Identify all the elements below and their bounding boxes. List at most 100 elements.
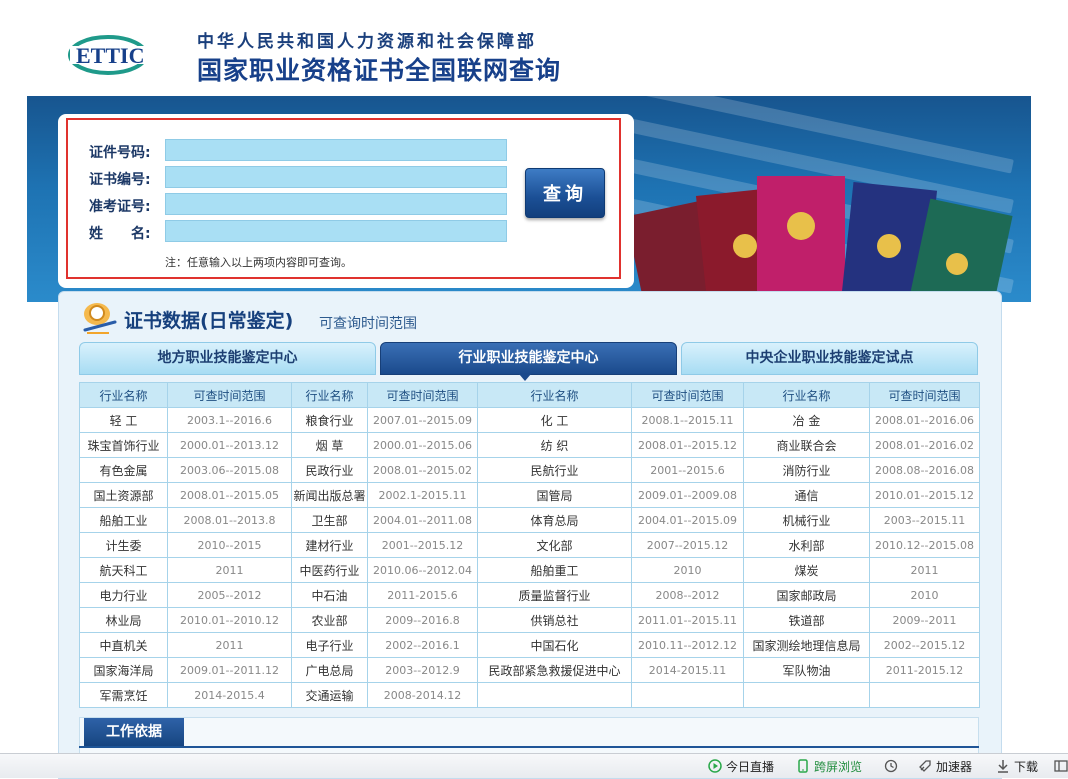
time-range-cell: 2010	[869, 582, 980, 608]
industry-name-cell: 国土资源部	[79, 482, 168, 508]
industry-name-cell: 机械行业	[743, 507, 870, 533]
time-range-cell: 2011	[167, 632, 292, 658]
site-header: ETTIC 中华人民共和国人力资源和社会保障部 国家职业资格证书全国联网查询	[0, 0, 1068, 96]
table-row: 国土资源部 2008.01--2015.05 新闻出版总署 2002.1-2015.1…	[79, 482, 980, 508]
time-range-cell: 2008.08--2016.08	[869, 457, 980, 483]
query-button[interactable]: 查询	[525, 168, 605, 218]
industry-name-cell: 体育总局	[477, 507, 632, 533]
time-range-cell: 2000.01--2013.12	[167, 432, 292, 458]
time-range-cell: 2002--2015.12	[869, 632, 980, 658]
industry-name-cell: 冶 金	[743, 407, 870, 433]
download-button[interactable]: 下载	[996, 758, 1038, 776]
certificate-number-input[interactable]	[165, 166, 507, 188]
time-range-cell: 2007.01--2015.09	[367, 407, 478, 433]
live-button[interactable]: 今日直播	[708, 758, 774, 776]
browser-status-bar: 今日直播 跨屏浏览 加速器 下载	[0, 753, 1068, 778]
magnifier-pen-icon	[83, 303, 117, 334]
tab-industry-center[interactable]: 行业职业技能鉴定中心	[380, 342, 677, 375]
table-header-row: 行业名称 可查时间范围 行业名称 可查时间范围 行业名称 可查时间范围 行业名称…	[79, 382, 980, 408]
time-range-cell: 2010.11--2012.12	[631, 632, 744, 658]
time-range-cell: 2014-2015.4	[167, 682, 292, 708]
industry-name-cell: 通信	[743, 482, 870, 508]
time-range-cell	[869, 682, 980, 708]
admission-number-input[interactable]	[165, 193, 507, 215]
industry-name-cell: 新闻出版总署	[291, 482, 368, 508]
column-header: 可查时间范围	[869, 382, 980, 408]
time-range-cell: 2000.01--2015.06	[367, 432, 478, 458]
industry-name-cell: 中医药行业	[291, 557, 368, 583]
column-header: 可查时间范围	[631, 382, 744, 408]
industry-name-cell: 民航行业	[477, 457, 632, 483]
name-input[interactable]	[165, 220, 507, 242]
live-label: 今日直播	[726, 760, 775, 774]
column-header: 可查时间范围	[167, 382, 292, 408]
industry-name-cell: 船舶工业	[79, 507, 168, 533]
industry-name-cell: 轻 工	[79, 407, 168, 433]
industry-name-cell: 民政部紧急救援促进中心	[477, 657, 632, 683]
industry-range-table: 行业名称 可查时间范围 行业名称 可查时间范围 行业名称 可查时间范围 行业名称…	[79, 382, 980, 708]
time-range-cell: 2003.1--2016.6	[167, 407, 292, 433]
column-header: 行业名称	[291, 382, 368, 408]
work-basis-divider	[79, 746, 979, 748]
cross-screen-button[interactable]: 跨屏浏览	[796, 758, 862, 776]
phone-icon	[798, 759, 808, 773]
column-header: 可查时间范围	[367, 382, 478, 408]
accelerator-button[interactable]: 加速器	[918, 758, 972, 776]
industry-name-cell: 消防行业	[743, 457, 870, 483]
industry-name-cell: 粮食行业	[291, 407, 368, 433]
panel-toggle-button[interactable]	[1054, 758, 1068, 776]
industry-name-cell	[743, 682, 870, 708]
industry-name-cell: 商业联合会	[743, 432, 870, 458]
time-range-cell: 2010.01--2010.12	[167, 607, 292, 633]
industry-name-cell: 烟 草	[291, 432, 368, 458]
time-range-cell: 2009--2011	[869, 607, 980, 633]
industry-name-cell: 船舶重工	[477, 557, 632, 583]
id-number-input[interactable]	[165, 139, 507, 161]
time-range-cell: 2008.01--2015.05	[167, 482, 292, 508]
active-tab-arrow	[519, 374, 531, 381]
industry-name-cell: 纺 织	[477, 432, 632, 458]
industry-name-cell	[477, 682, 632, 708]
time-range-cell: 2009--2016.8	[367, 607, 478, 633]
play-circle-icon	[708, 759, 722, 773]
table-row: 电力行业 2005--2012 中石油 2011-2015.6 质量监督行业 2008--…	[79, 582, 980, 608]
time-range-cell: 2011-2015.6	[367, 582, 478, 608]
table-row: 林业局 2010.01--2010.12 农业部 2009--2016.8 供销总社 20…	[79, 607, 980, 633]
time-range-cell: 2011-2015.12	[869, 657, 980, 683]
time-range-cell: 2014-2015.11	[631, 657, 744, 683]
table-row: 有色金属 2003.06--2015.08 民政行业 2008.01--2015.02…	[79, 457, 980, 483]
industry-name-cell: 农业部	[291, 607, 368, 633]
time-range-cell: 2003--2015.11	[869, 507, 980, 533]
cross-screen-label: 跨屏浏览	[814, 760, 863, 774]
industry-name-cell: 供销总社	[477, 607, 632, 633]
table-row: 船舶工业 2008.01--2013.8 卫生部 2004.01--2011.08 体育…	[79, 507, 980, 533]
industry-name-cell: 国家测绘地理信息局	[743, 632, 870, 658]
time-range-cell: 2011.01--2015.11	[631, 607, 744, 633]
time-range-cell: 2011	[167, 557, 292, 583]
column-header: 行业名称	[79, 382, 168, 408]
time-range-cell: 2005--2012	[167, 582, 292, 608]
accelerator-label: 加速器	[936, 760, 973, 774]
tab-local-center[interactable]: 地方职业技能鉴定中心	[79, 342, 376, 375]
industry-name-cell: 中国石化	[477, 632, 632, 658]
table-row: 珠宝首饰行业 2000.01--2013.12 烟 草 2000.01--2015.0…	[79, 432, 980, 458]
work-basis-tab[interactable]: 工作依据	[84, 718, 184, 746]
time-range-cell: 2010	[631, 557, 744, 583]
time-range-cell: 2010.06--2012.04	[367, 557, 478, 583]
industry-name-cell: 国家海洋局	[79, 657, 168, 683]
industry-name-cell: 国管局	[477, 482, 632, 508]
history-button[interactable]	[884, 758, 902, 776]
time-range-cell: 2008.1--2015.11	[631, 407, 744, 433]
time-range-cell: 2009.01--2011.12	[167, 657, 292, 683]
tab-central-enterprise-pilot[interactable]: 中央企业职业技能鉴定试点	[681, 342, 978, 375]
time-range-cell: 2001--2015.12	[367, 532, 478, 558]
section-title: 证书数据(日常鉴定)	[124, 310, 294, 332]
industry-name-cell: 电子行业	[291, 632, 368, 658]
industry-name-cell: 中石油	[291, 582, 368, 608]
industry-name-cell: 化 工	[477, 407, 632, 433]
table-row: 军需烹饪 2014-2015.4 交通运输 2008-2014.12	[79, 682, 980, 708]
ettic-logo: ETTIC	[68, 35, 182, 75]
time-range-cell: 2010.12--2015.08	[869, 532, 980, 558]
time-range-cell: 2003--2012.9	[367, 657, 478, 683]
industry-name-cell: 有色金属	[79, 457, 168, 483]
